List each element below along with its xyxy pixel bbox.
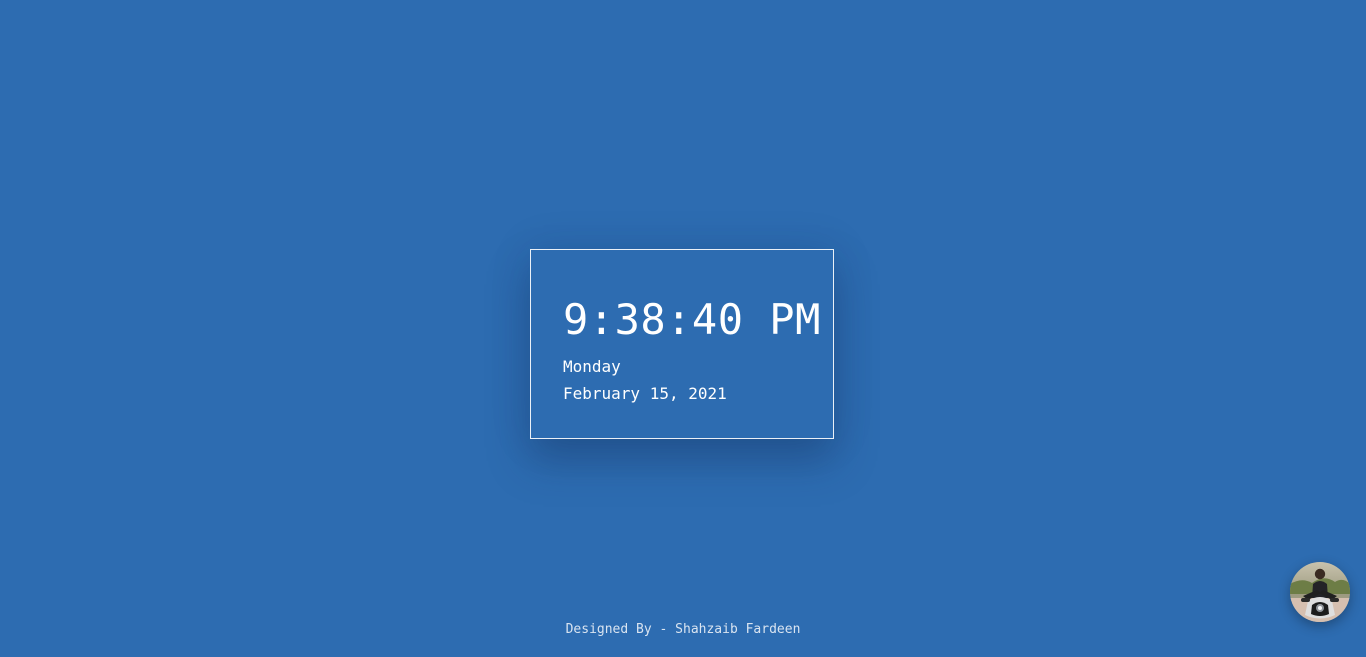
clock-card: 9:38:40 PM Monday February 15, 2021: [530, 249, 834, 439]
profile-photo-icon: [1290, 562, 1350, 622]
clock-date: February 15, 2021: [563, 384, 727, 403]
designer-credit-text: Designed By - Shahzaib Fardeen: [565, 622, 801, 637]
clock-day: Monday: [563, 357, 621, 376]
designer-credit: Designed By - Shahzaib Fardeen: [0, 621, 1366, 639]
clock-time: 9:38:40 PM: [563, 295, 821, 344]
designer-avatar[interactable]: [1290, 562, 1350, 622]
